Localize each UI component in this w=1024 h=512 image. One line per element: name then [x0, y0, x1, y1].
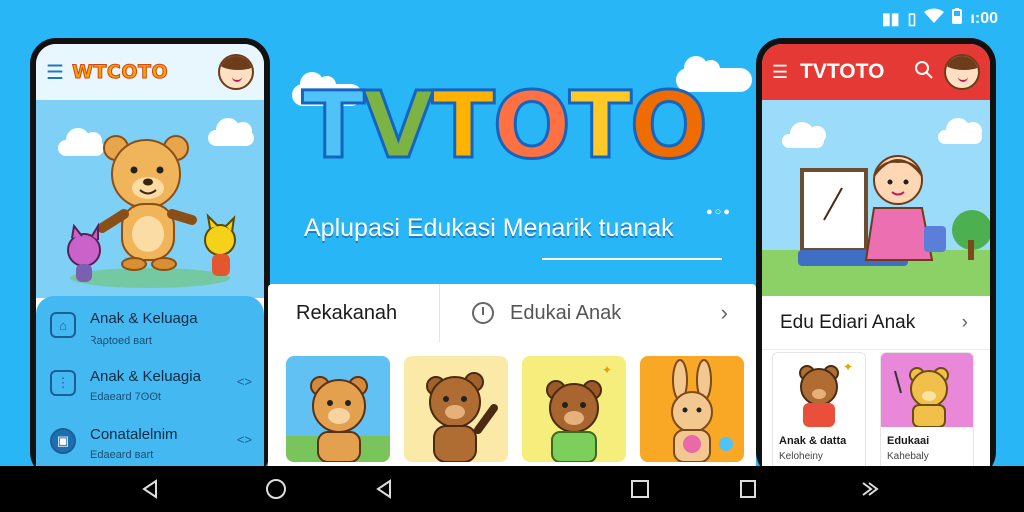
card-subtitle: Kahebaly: [887, 451, 929, 462]
bear-thumbnail-image: [286, 376, 390, 462]
list-item-subtitle: Ꝛaρtoed ʙart: [90, 335, 152, 347]
svg-text:✦: ✦: [602, 363, 612, 377]
right-phone-screen: ☰ TVTOTO Edu Ediari Anak › ✦ Anak & datt…: [762, 44, 990, 478]
list-item-title: Anak & Keluaga: [90, 310, 198, 327]
content-card[interactable]: Edukaai Kahebaly: [880, 352, 974, 476]
avatar[interactable]: [944, 54, 980, 90]
center-hero: TVTOTO Aplupasi Edukasi Menarik tuanak ●…: [272, 34, 756, 284]
logo-letter: V: [361, 72, 435, 179]
system-navigation-bar: [0, 466, 1024, 512]
avatar[interactable]: [218, 54, 254, 90]
tab-recommendation[interactable]: Rekakanah: [268, 284, 440, 342]
logo-letter: O: [491, 72, 572, 179]
chevron-right-icon[interactable]: ›: [962, 312, 968, 334]
left-menu-list: ⌂ Anak & Keluaga Ꝛaρtoed ʙart ⋮ Anak & K…: [36, 296, 264, 478]
app-tagline: Aplupasi Edukasi Menarik tuanak: [304, 214, 674, 242]
content-thumbnail[interactable]: [286, 356, 390, 462]
content-thumbnail[interactable]: [640, 356, 744, 462]
chevron-code-icon: <>: [236, 432, 252, 447]
back-icon[interactable]: [138, 478, 162, 500]
logo-letter: T: [301, 72, 367, 179]
recents-icon[interactable]: [628, 478, 652, 500]
recents-icon[interactable]: [736, 478, 760, 500]
search-icon[interactable]: [914, 60, 934, 85]
content-card[interactable]: ✦ Anak & datta Keloheiny: [772, 352, 866, 476]
left-hero-illustration: [36, 100, 264, 298]
girl-painting-illustration: [762, 155, 990, 296]
tab-education[interactable]: Edukai Anak ›: [440, 284, 756, 342]
left-phone: ☰ WTCOTO ⌂ Anak & Keluaga Ꝛaρtoed ʙart ⋮…: [30, 38, 270, 478]
wifi-icon: [924, 8, 945, 29]
logo-letter: T: [567, 72, 633, 179]
bunny-thumbnail-image: [671, 359, 733, 462]
vibrate-icon: ▯: [907, 10, 917, 28]
back-icon[interactable]: [372, 478, 396, 500]
card-image: ✦: [773, 353, 865, 427]
sim-icon: ▮▮: [882, 10, 900, 28]
card-subtitle: Keloheiny: [779, 451, 823, 462]
right-app-bar: ☰ TVTOTO: [762, 44, 990, 100]
forward-icon[interactable]: [858, 478, 882, 500]
content-thumbnail[interactable]: ✦: [522, 356, 626, 462]
content-thumbnail[interactable]: [404, 356, 508, 462]
decorative-line: [542, 258, 722, 260]
decorative-dots: ●○●: [706, 206, 732, 218]
folder-icon: ⋮: [50, 370, 76, 396]
list-item-subtitle: Edaeard ʙart: [90, 449, 154, 461]
clipboard-icon: ▣: [50, 428, 76, 454]
svg-text:✦: ✦: [843, 360, 853, 374]
card-title: Edukaai: [887, 435, 930, 447]
menu-icon[interactable]: ☰: [46, 60, 72, 85]
chevron-code-icon: <>: [236, 374, 252, 389]
clock-time: ı:00: [970, 9, 998, 27]
status-bar: ▮▮ ▯ ı:00: [0, 0, 1024, 34]
logo-letter: T: [430, 72, 496, 179]
list-item-title: Conatalelnim: [90, 426, 178, 443]
center-content-card: Rekakanah Edukai Anak › ✦: [268, 284, 756, 474]
bear-card-image: ✦: [799, 360, 853, 427]
home-icon: ⌂: [50, 312, 76, 338]
bear-card-image: [894, 367, 949, 428]
list-item-title: Anak & Keluagia: [90, 368, 201, 385]
bear-character-illustration: [67, 135, 236, 288]
list-item-subtitle: Edaeard 7ʘʘt: [90, 391, 161, 403]
tab-education-label: Edukai Anak: [510, 301, 622, 324]
section-title: Edu Ediari Anak: [780, 311, 916, 333]
right-phone: ☰ TVTOTO Edu Ediari Anak › ✦ Anak & datt…: [756, 38, 996, 478]
app-logo: WTCOTO: [71, 61, 169, 84]
clock-icon: [472, 302, 494, 324]
section-header[interactable]: Edu Ediari Anak ›: [762, 296, 990, 350]
battery-icon: [952, 8, 963, 29]
list-item[interactable]: ⋮ Anak & Keluagia Edaeard 7ʘʘt <>: [50, 362, 252, 418]
right-hero-illustration: [762, 100, 990, 296]
card-image: [881, 353, 973, 428]
bear-thumbnail-image: [426, 372, 498, 462]
card-title: Anak & datta: [779, 435, 847, 447]
bear-thumbnail-image: ✦: [546, 363, 612, 462]
home-button-icon[interactable]: [264, 478, 288, 500]
list-item[interactable]: ⌂ Anak & Keluaga Ꝛaρtoed ʙart: [50, 304, 252, 360]
main-logo: TVTOTO: [301, 78, 710, 173]
left-app-bar: ☰ WTCOTO: [36, 44, 264, 100]
app-title: TVTOTO: [800, 60, 885, 83]
logo-letter: O: [628, 72, 709, 179]
chevron-right-icon[interactable]: ›: [721, 300, 728, 326]
menu-icon[interactable]: ☰: [772, 62, 800, 83]
left-phone-screen: ☰ WTCOTO ⌂ Anak & Keluaga Ꝛaρtoed ʙart ⋮…: [36, 44, 264, 478]
